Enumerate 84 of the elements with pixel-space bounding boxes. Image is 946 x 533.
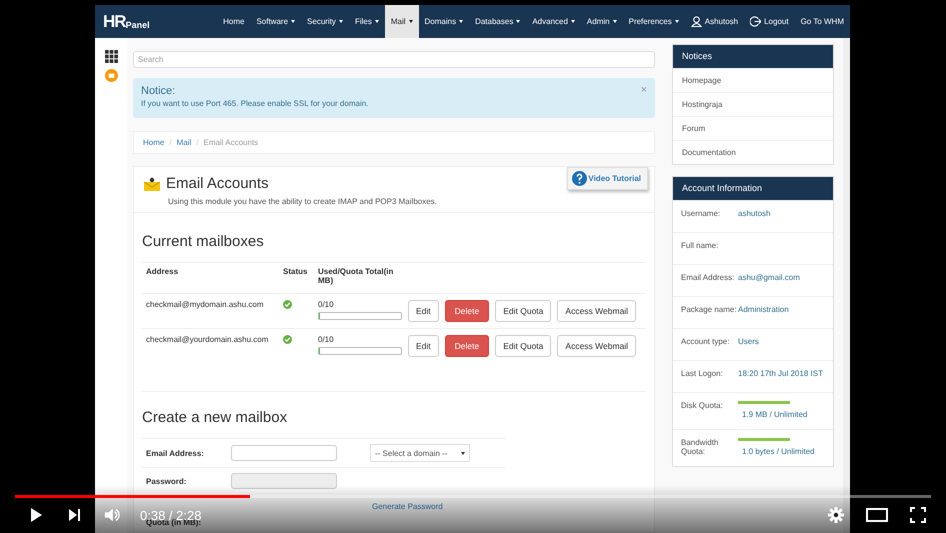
info-value: Administration [738, 305, 789, 314]
info-label: Package name: [681, 305, 738, 316]
apps-grid-icon[interactable] [104, 50, 118, 63]
nav-menu-item[interactable]: Admin [580, 5, 623, 38]
notice-text: If you want to use Port 465. Please enable SSL for your domain. [141, 99, 368, 108]
info-label: Email Address: [681, 273, 736, 284]
nav-menu-item[interactable]: Mail [384, 5, 418, 38]
email-address-field[interactable] [231, 445, 337, 461]
notice-link[interactable]: Homepage [673, 68, 833, 92]
breadcrumb-separator: / [196, 138, 198, 147]
info-label: Username: [681, 209, 722, 220]
info-value: 1.9 MB / Unlimited [742, 410, 808, 419]
info-value: ashu@gmail.com [738, 273, 800, 282]
scrollbar[interactable] [843, 38, 850, 533]
notice-link[interactable]: Forum [673, 116, 833, 140]
breadcrumb-link[interactable]: Mail [176, 138, 192, 147]
delete-button[interactable]: Delete [444, 300, 490, 322]
nav-menu-item[interactable]: Files [348, 5, 385, 38]
search-field[interactable]: Search [133, 51, 655, 68]
address-cell-text: checkmail@mydomain.ashu.com [146, 300, 264, 309]
panel-title: Account Information [673, 177, 833, 200]
theater-mode-icon[interactable] [866, 507, 888, 523]
current-page-label: Email Accounts [203, 138, 258, 147]
info-value: 18:20 17th Jul 2018 IST [738, 369, 823, 378]
page-title: Email Accounts [166, 175, 269, 192]
generate-password-link[interactable]: Generate Password [372, 502, 443, 511]
video-tutorial-button[interactable]: Video Tutorial [567, 167, 648, 190]
info-value: 1.0 bytes / Unlimited [742, 447, 816, 456]
info-value: ashutosh [738, 209, 770, 218]
action-button[interactable]: Edit Quota [495, 300, 552, 322]
breadcrumb-link[interactable]: Home [143, 138, 164, 147]
info-label: Account type: [681, 337, 730, 348]
section-heading: Current mailboxes [142, 233, 265, 250]
column-header: Used/Quota Total(in MB) [318, 267, 394, 285]
user-menu-link[interactable]: Ashutosh [684, 5, 744, 38]
field-label: Password: [146, 476, 188, 486]
usage-text: 0/10 [318, 335, 335, 344]
delete-button[interactable]: Delete [444, 335, 490, 357]
password-field[interactable] [231, 473, 337, 489]
info-label: Disk Quota: [681, 401, 724, 412]
panel-title: Notices [673, 45, 833, 68]
column-header: Address [146, 267, 180, 276]
address-cell-text: checkmail@yourdomain.ashu.com [146, 335, 270, 344]
notice-link[interactable]: Hostingraja [673, 92, 833, 116]
action-button[interactable]: Edit [408, 335, 439, 357]
breadcrumb-separator: / [169, 138, 172, 147]
fullscreen-icon[interactable] [910, 507, 926, 523]
nav-menu-item[interactable]: Domains [418, 5, 470, 38]
nav-menu-item[interactable]: Software [250, 5, 302, 38]
section-heading: Create a new mailbox [142, 391, 646, 426]
notice-link[interactable]: Documentation [673, 140, 833, 164]
settings-icon[interactable] [828, 507, 844, 523]
nav-menu-item[interactable]: Security [301, 5, 349, 38]
play-icon[interactable] [28, 507, 44, 523]
action-button[interactable]: Access Webmail [557, 335, 636, 357]
nav-menu-item[interactable]: Preferences [622, 5, 685, 38]
logo: HRPanel [103, 12, 150, 32]
module-description: Using this module you have the ability to create IMAP and POP3 Mailboxes. [168, 197, 438, 206]
info-label: Last Logon: [681, 369, 724, 380]
user-icon [690, 16, 702, 27]
action-button[interactable]: Edit Quota [495, 335, 552, 357]
next-icon[interactable] [66, 507, 82, 523]
quota-meter [738, 438, 790, 441]
nav-menu-item[interactable]: Databases [469, 5, 526, 38]
info-label: Bandwidth Quota: [681, 438, 720, 456]
info-value: Users [738, 337, 759, 346]
info-label: Full name: [681, 241, 720, 252]
whm-link[interactable]: Go To WHM [794, 5, 850, 38]
column-header: Status [283, 267, 308, 276]
action-button[interactable]: Access Webmail [557, 300, 636, 322]
domain-select[interactable]: -- Select a domain -- [370, 444, 470, 462]
progress-bar[interactable] [15, 495, 931, 498]
nav-menu-item[interactable]: Home [217, 5, 250, 38]
usage-text: 0/10 [318, 300, 335, 309]
action-button[interactable]: Edit [408, 300, 439, 322]
quota-meter [738, 401, 790, 404]
field-label: Email Address: [146, 448, 205, 458]
help-icon [572, 171, 588, 186]
volume-icon[interactable] [104, 507, 120, 523]
nav-menu-item[interactable]: Advanced [526, 5, 581, 38]
mailbox-icon [144, 176, 160, 190]
notice-title: Notice: [141, 85, 176, 97]
logout-link[interactable]: Logout [744, 5, 795, 38]
logout-icon [750, 16, 762, 27]
